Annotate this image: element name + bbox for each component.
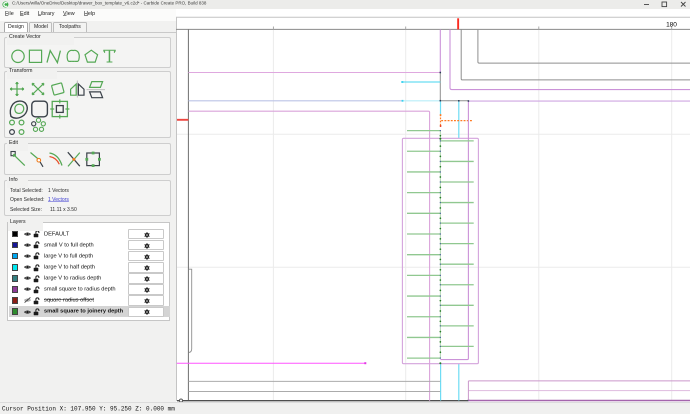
svg-text:180: 180	[666, 21, 677, 28]
